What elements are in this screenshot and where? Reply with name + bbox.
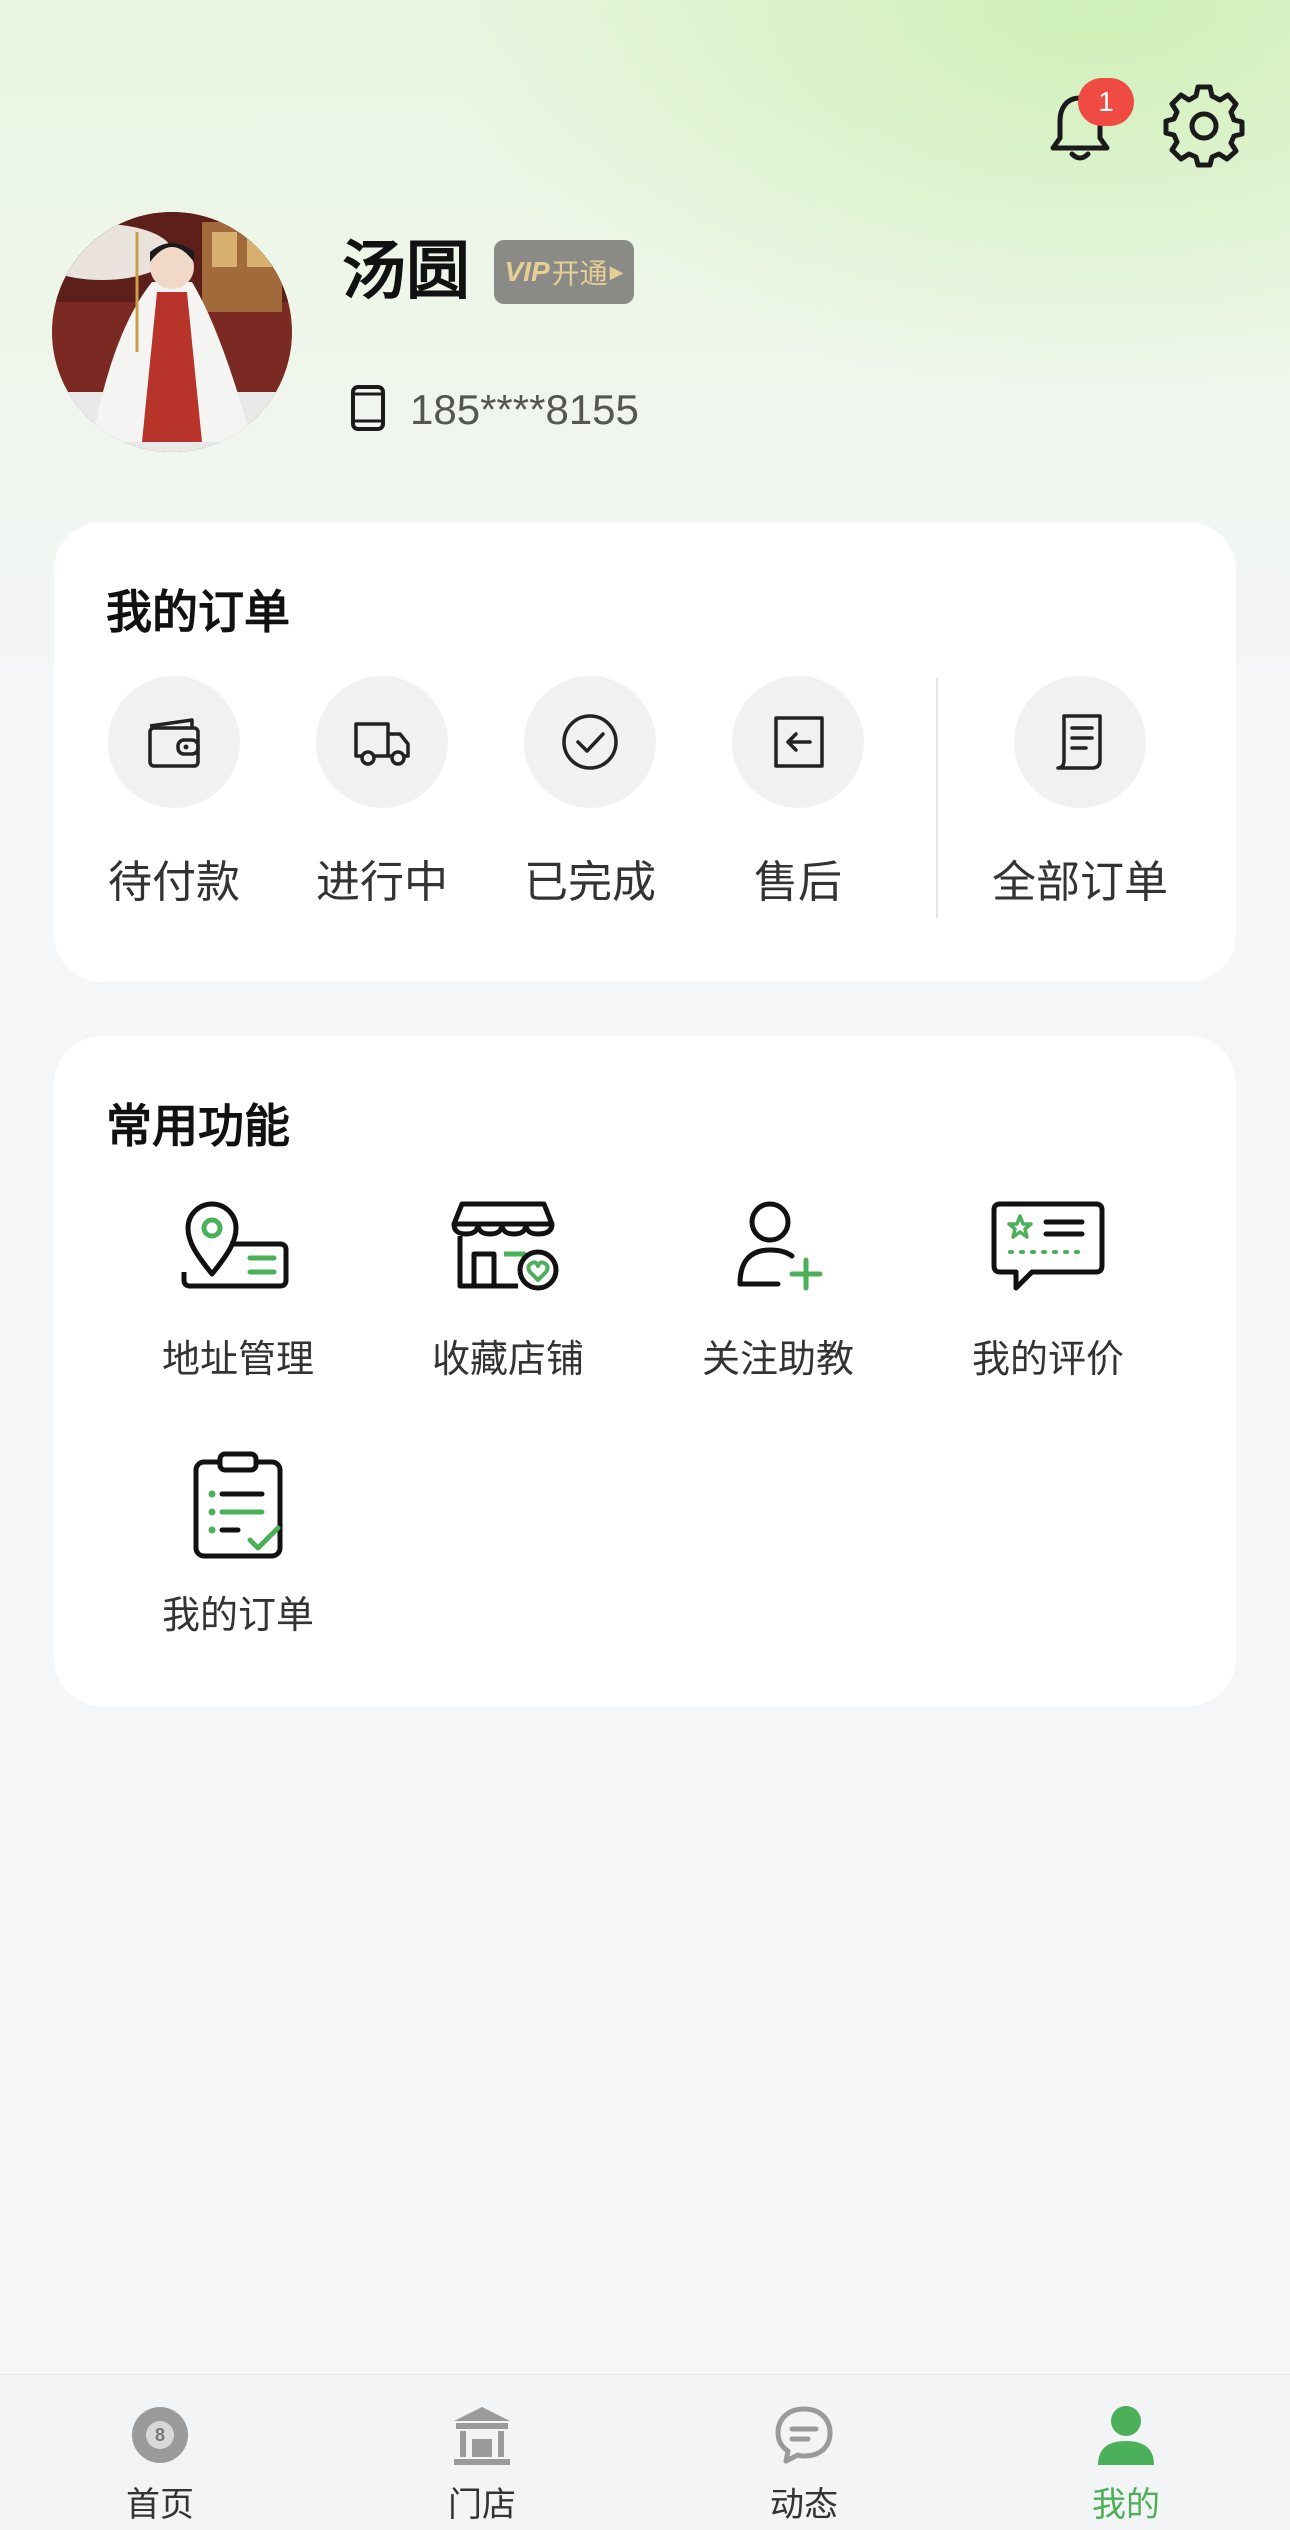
- nav-label: 动态: [770, 2485, 838, 2525]
- truck-icon: [354, 722, 410, 766]
- functions-title: 常用功能: [106, 1099, 290, 1153]
- vip-open-button[interactable]: VIP 开通 ▶: [494, 240, 634, 304]
- check-circle-icon: [562, 714, 618, 770]
- func-my-orders[interactable]: 我的订单: [118, 1450, 358, 1639]
- order-all[interactable]: 全部订单: [970, 676, 1190, 910]
- notification-badge: 1: [1078, 78, 1134, 126]
- phone-icon: [351, 385, 385, 431]
- order-list-icon: [193, 1451, 283, 1559]
- nav-stores[interactable]: 门店: [382, 2403, 582, 2526]
- func-label: 收藏店铺: [431, 1337, 584, 1381]
- chat-bubble-icon: [775, 2406, 833, 2464]
- review-icon: [991, 1201, 1105, 1291]
- nav-home[interactable]: 8 首页: [60, 2403, 260, 2526]
- divider: [936, 678, 938, 918]
- wallet-icon: [148, 718, 200, 768]
- orders-card: 我的订单 待付款 进行中 已完成 售后 全部订单: [54, 522, 1236, 982]
- nav-feed[interactable]: 动态: [704, 2403, 904, 2526]
- store-icon: [454, 2407, 510, 2465]
- order-item-label: 全部订单: [992, 857, 1168, 908]
- func-label: 关注助教: [701, 1337, 854, 1381]
- user-name: 汤圆: [342, 235, 470, 309]
- receipt-icon: [1056, 714, 1102, 770]
- gear-icon[interactable]: [1162, 84, 1246, 168]
- address-icon: [181, 1201, 289, 1289]
- func-my-reviews[interactable]: 我的评价: [928, 1194, 1168, 1383]
- triangle-right-icon: ▶: [609, 261, 624, 283]
- order-after-sale[interactable]: 售后: [708, 676, 888, 910]
- nav-label: 门店: [448, 2485, 516, 2525]
- order-item-label: 进行中: [316, 857, 448, 908]
- favorite-store-icon: [451, 1201, 559, 1291]
- follow-user-icon: [737, 1201, 823, 1291]
- func-label: 我的订单: [161, 1593, 314, 1637]
- vip-mark: VIP: [504, 256, 550, 287]
- user-icon: [1098, 2406, 1154, 2465]
- phone-number: 185****8155: [410, 386, 639, 433]
- orders-title: 我的订单: [106, 585, 290, 639]
- order-item-label: 已完成: [524, 857, 656, 908]
- nav-label: 首页: [126, 2485, 194, 2525]
- order-pending-payment[interactable]: 待付款: [84, 676, 264, 910]
- common-functions-card: 常用功能 地址管理 收藏店铺 关注助教 我的评价 我的订单: [54, 1036, 1236, 1706]
- order-in-progress[interactable]: 进行中: [292, 676, 472, 910]
- billiard-ball-icon: 8: [132, 2407, 188, 2463]
- order-item-label: 售后: [754, 857, 842, 908]
- order-item-label: 待付款: [108, 857, 240, 908]
- avatar[interactable]: [52, 212, 292, 452]
- func-follow-assistant[interactable]: 关注助教: [658, 1194, 898, 1383]
- nav-mine[interactable]: 我的: [1026, 2403, 1226, 2526]
- func-favorite-stores[interactable]: 收藏店铺: [388, 1194, 628, 1383]
- svg-text:8: 8: [155, 2425, 165, 2445]
- return-icon: [774, 716, 824, 768]
- func-address-management[interactable]: 地址管理: [118, 1194, 358, 1383]
- func-label: 我的评价: [971, 1337, 1124, 1381]
- bottom-nav: 8 首页 门店 动态 我的: [0, 2374, 1290, 2530]
- vip-action-label: 开通: [551, 257, 608, 290]
- func-label: 地址管理: [161, 1337, 314, 1381]
- nav-label: 我的: [1092, 2485, 1160, 2525]
- order-completed[interactable]: 已完成: [500, 676, 680, 910]
